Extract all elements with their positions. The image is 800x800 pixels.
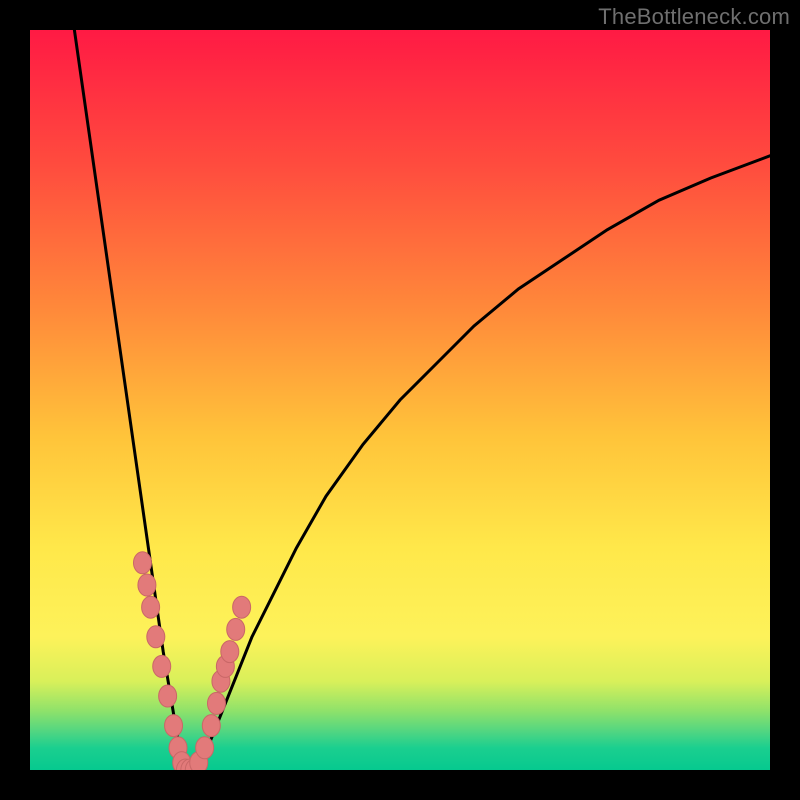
curve-left-branch (74, 30, 200, 770)
watermark-text: TheBottleneck.com (598, 4, 790, 30)
chart-svg (30, 30, 770, 770)
plot-area (30, 30, 770, 770)
outer-black-frame: TheBottleneck.com (0, 0, 800, 800)
bead-markers (133, 552, 250, 770)
curve-right-branch (200, 156, 770, 770)
